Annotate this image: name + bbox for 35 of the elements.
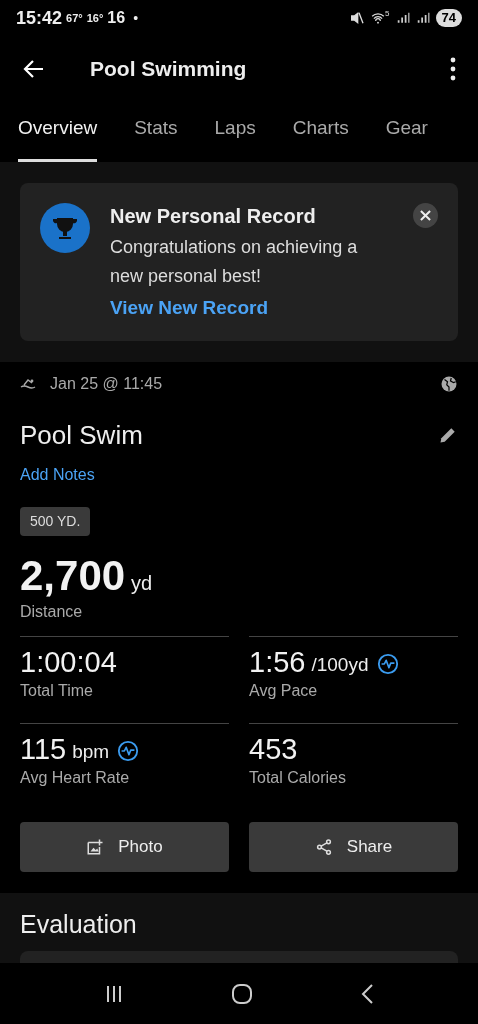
distance-label: Distance (20, 601, 84, 622)
stat-label: Avg Pace (249, 680, 319, 701)
stat-label: Avg Heart Rate (20, 767, 131, 788)
stat-label: Total Calories (249, 767, 347, 788)
wifi-band-label: 5 (385, 8, 390, 20)
view-record-link[interactable]: View New Record (110, 294, 413, 323)
distance-unit: yd (131, 570, 153, 596)
card-title: New Personal Record (110, 204, 317, 229)
notification-dot: • (133, 8, 139, 28)
distance-tag: 500 YD. (20, 506, 91, 536)
stat-unit: bpm (72, 739, 110, 764)
battery-level: 74 (435, 9, 462, 27)
tab[interactable]: Laps (214, 102, 256, 162)
add-notes-link[interactable]: Add Notes (20, 462, 458, 487)
stat-value: 1:00:04 (20, 644, 117, 679)
tab[interactable]: Charts (292, 102, 349, 162)
weather-temperature: 16 (107, 8, 126, 28)
share-button[interactable]: Share (249, 821, 458, 872)
activity-name: Pool Swim (20, 418, 143, 452)
card-message: Congratulations on achieving a new personal best! (110, 236, 359, 288)
stat-unit: /100yd (311, 652, 369, 677)
stat-value: 453 (249, 731, 298, 766)
weather-temperature: 67° (66, 10, 83, 26)
tab[interactable]: Stats (134, 102, 178, 162)
stat-label: Total Time (20, 680, 94, 701)
stat-value: 115 (20, 731, 67, 766)
clock: 15:42 (16, 6, 63, 30)
screen-title: Pool Swimming (90, 56, 247, 83)
activity-date: Jan 25 @ 11:45 (50, 373, 163, 394)
weather-temperature: 16° (86, 10, 104, 26)
tab[interactable]: Gear (385, 102, 428, 162)
stat-value: 1:56 (249, 644, 306, 679)
distance-value: 2,700 (20, 551, 126, 600)
section-heading: Evaluation (20, 909, 138, 939)
photo-button[interactable]: Photo (20, 821, 229, 872)
